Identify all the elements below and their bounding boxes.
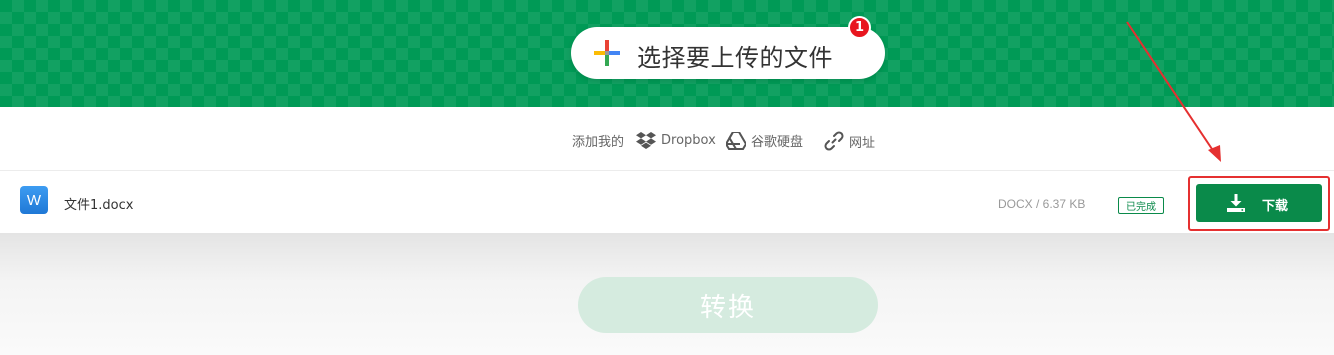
download-icon [1227, 194, 1245, 212]
link-icon [824, 131, 844, 151]
status-badge: 已完成 [1118, 197, 1164, 214]
file-row: W 文件1.docx DOCX / 6.37 KB 已完成 下载 [0, 171, 1334, 233]
add-from-label: 添加我的 [572, 135, 625, 150]
google-drive-source-link[interactable]: 谷歌硬盘 [726, 131, 803, 150]
download-label: 下载 [1262, 199, 1289, 214]
upload-hero: 选择要上传的文件 1 [0, 0, 1334, 107]
dropbox-icon [636, 132, 656, 149]
google-drive-icon [726, 131, 746, 150]
file-meta: DOCX / 6.37 KB [998, 197, 1086, 211]
dropbox-label: Dropbox [661, 132, 716, 148]
file-count-badge: 1 [848, 16, 871, 39]
upload-sources-bar: 添加我的 Dropbox 谷歌硬盘 网址 [0, 107, 1334, 171]
choose-file-button[interactable]: 选择要上传的文件 [571, 27, 885, 79]
google-drive-label: 谷歌硬盘 [751, 135, 804, 150]
url-source-link[interactable]: 网址 [824, 131, 875, 151]
url-label: 网址 [849, 135, 876, 151]
word-document-icon: W [20, 186, 48, 214]
plus-icon [594, 40, 620, 66]
file-name: 文件1.docx [64, 198, 134, 213]
convert-button[interactable]: 转换 [578, 277, 878, 333]
dropbox-source-link[interactable]: Dropbox [636, 131, 716, 149]
convert-area: 转换 [0, 233, 1334, 355]
choose-file-label: 选择要上传的文件 [637, 44, 833, 72]
download-button[interactable]: 下载 [1196, 184, 1322, 222]
